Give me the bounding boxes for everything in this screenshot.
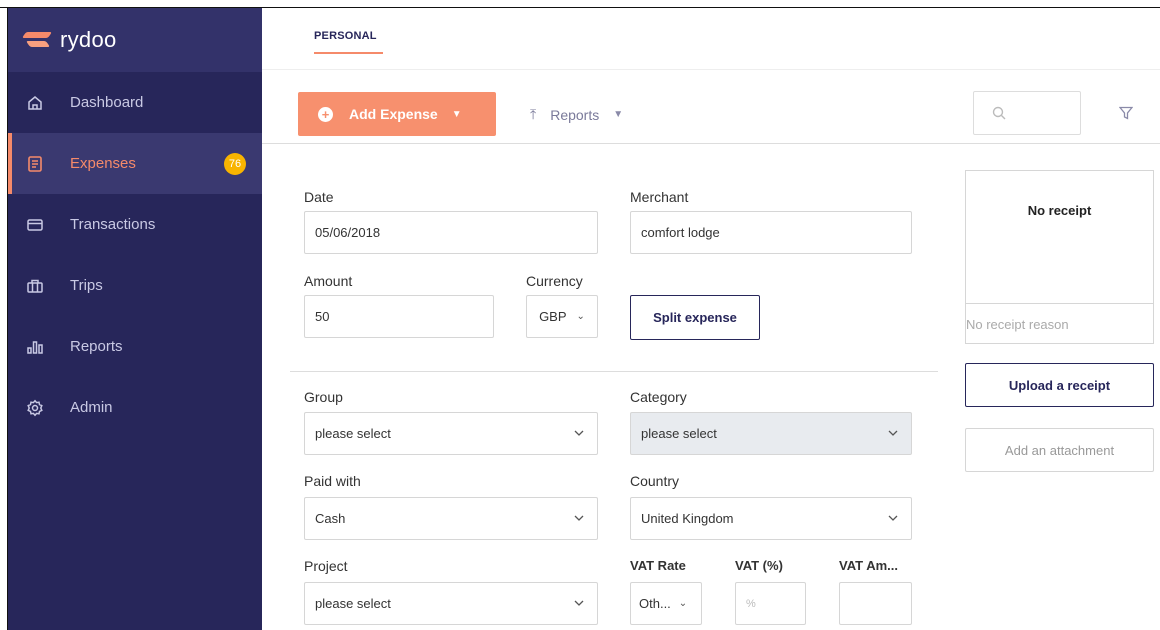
chevron-down-icon [888, 430, 898, 436]
plus-icon: + [318, 106, 333, 122]
split-expense-label: Split expense [653, 310, 737, 325]
suitcase-icon [26, 277, 44, 295]
filter-icon[interactable] [1119, 106, 1133, 120]
date-value: 05/06/2018 [315, 225, 381, 240]
sidebar-item-label: Transactions [70, 216, 156, 233]
sidebar-item-label: Reports [70, 338, 123, 355]
sidebar-item-label: Expenses [70, 155, 136, 172]
upload-receipt-button[interactable]: Upload a receipt [965, 363, 1154, 407]
left-frame [0, 8, 8, 630]
merchant-label: Merchant [630, 189, 689, 205]
tab-bar: PERSONAL [262, 8, 1160, 70]
rydoo-logo-icon [24, 29, 52, 51]
project-select[interactable]: please select [304, 582, 598, 625]
search-icon [992, 106, 1006, 120]
country-select[interactable]: United Kingdom [630, 497, 912, 540]
upload-icon: ⤒ [530, 106, 537, 122]
main-panel: PERSONAL + Add Expense ▼ ⤒ Reports ▼ Dat… [262, 8, 1160, 630]
add-attachment-label: Add an attachment [1004, 442, 1115, 458]
vat-rate-value: Oth... [639, 596, 671, 611]
merchant-field[interactable]: comfort lodge [630, 211, 912, 254]
form-divider [290, 371, 938, 372]
merchant-value: comfort lodge [641, 225, 720, 240]
currency-value: GBP [539, 309, 567, 324]
document-icon [26, 155, 44, 173]
paid-with-select[interactable]: Cash [304, 497, 598, 540]
upload-receipt-label: Upload a receipt [1008, 377, 1111, 393]
sidebar-item-dashboard[interactable]: Dashboard [8, 72, 262, 133]
chevron-down-icon [574, 600, 584, 606]
home-icon [26, 94, 44, 112]
no-receipt-reason-input[interactable]: No receipt reason [966, 303, 1153, 345]
no-receipt-reason-placeholder: No receipt reason [966, 317, 1069, 332]
sidebar-item-label: Dashboard [70, 94, 144, 111]
chevron-down-icon [574, 515, 584, 521]
group-label: Group [304, 389, 343, 405]
card-icon [26, 216, 44, 234]
caret-down-icon: ▼ [613, 109, 624, 120]
add-expense-button[interactable]: + Add Expense ▼ [298, 92, 496, 136]
vat-rate-label: VAT Rate [630, 558, 686, 573]
date-label: Date [304, 189, 334, 205]
add-attachment-button[interactable]: Add an attachment [965, 428, 1154, 472]
chevron-down-icon [888, 515, 898, 521]
caret-down-icon: ▼ [451, 108, 462, 120]
split-expense-button[interactable]: Split expense [630, 295, 760, 340]
date-field[interactable]: 05/06/2018 [304, 211, 598, 254]
expenses-count-badge: 76 [224, 153, 246, 175]
toolbar: + Add Expense ▼ ⤒ Reports ▼ [262, 70, 1160, 144]
paid-with-label: Paid with [304, 473, 361, 489]
vat-percent-label: VAT (%) [735, 558, 783, 573]
tab-personal[interactable]: PERSONAL [314, 30, 383, 54]
reports-button[interactable]: ⤒ Reports ▼ [530, 106, 623, 123]
sidebar-item-reports[interactable]: Reports [8, 316, 262, 377]
vat-percent-input[interactable]: % [735, 582, 806, 625]
no-receipt-title: No receipt [1027, 203, 1092, 218]
project-value: please select [315, 596, 391, 611]
vat-percent-placeholder: % [746, 597, 756, 610]
sidebar-item-transactions[interactable]: Transactions [8, 194, 262, 255]
sidebar-item-trips[interactable]: Trips [8, 255, 262, 316]
amount-value: 50 [315, 309, 330, 324]
logo[interactable]: rydoo [8, 8, 262, 72]
gear-icon [26, 399, 44, 417]
sidebar-item-label: Admin [70, 399, 113, 416]
vat-rate-select[interactable]: Oth... ⌄ [630, 582, 702, 625]
chevron-down-icon [574, 430, 584, 436]
vat-amount-input[interactable] [839, 582, 912, 625]
sidebar: rydoo Dashboard Expenses 76 Transactions… [8, 8, 262, 630]
receipt-preview[interactable]: No receipt No receipt reason [965, 170, 1154, 344]
country-label: Country [630, 473, 680, 489]
add-expense-label: Add Expense [349, 106, 438, 122]
chevron-down-icon: ⌄ [678, 598, 688, 609]
brand-name: rydoo [60, 27, 117, 52]
currency-label: Currency [526, 273, 583, 289]
country-value: United Kingdom [641, 511, 734, 526]
search-input[interactable] [973, 91, 1081, 135]
category-value: please select [641, 426, 717, 441]
group-select[interactable]: please select [304, 412, 598, 455]
top-strip [0, 0, 1160, 8]
amount-field[interactable]: 50 [304, 295, 494, 338]
category-select[interactable]: please select [630, 412, 912, 455]
sidebar-item-expenses[interactable]: Expenses 76 [8, 133, 262, 194]
category-label: Category [630, 389, 687, 405]
project-label: Project [304, 558, 348, 574]
chevron-down-icon: ⌄ [576, 311, 585, 322]
vat-amount-label: VAT Am... [839, 558, 898, 573]
currency-select[interactable]: GBP ⌄ [526, 295, 598, 338]
amount-label: Amount [304, 273, 353, 289]
sidebar-item-admin[interactable]: Admin [8, 377, 262, 438]
group-value: please select [315, 426, 391, 441]
paid-with-value: Cash [315, 511, 346, 526]
reports-label: Reports [550, 106, 600, 123]
bar-chart-icon [26, 338, 44, 356]
sidebar-item-label: Trips [70, 277, 103, 294]
